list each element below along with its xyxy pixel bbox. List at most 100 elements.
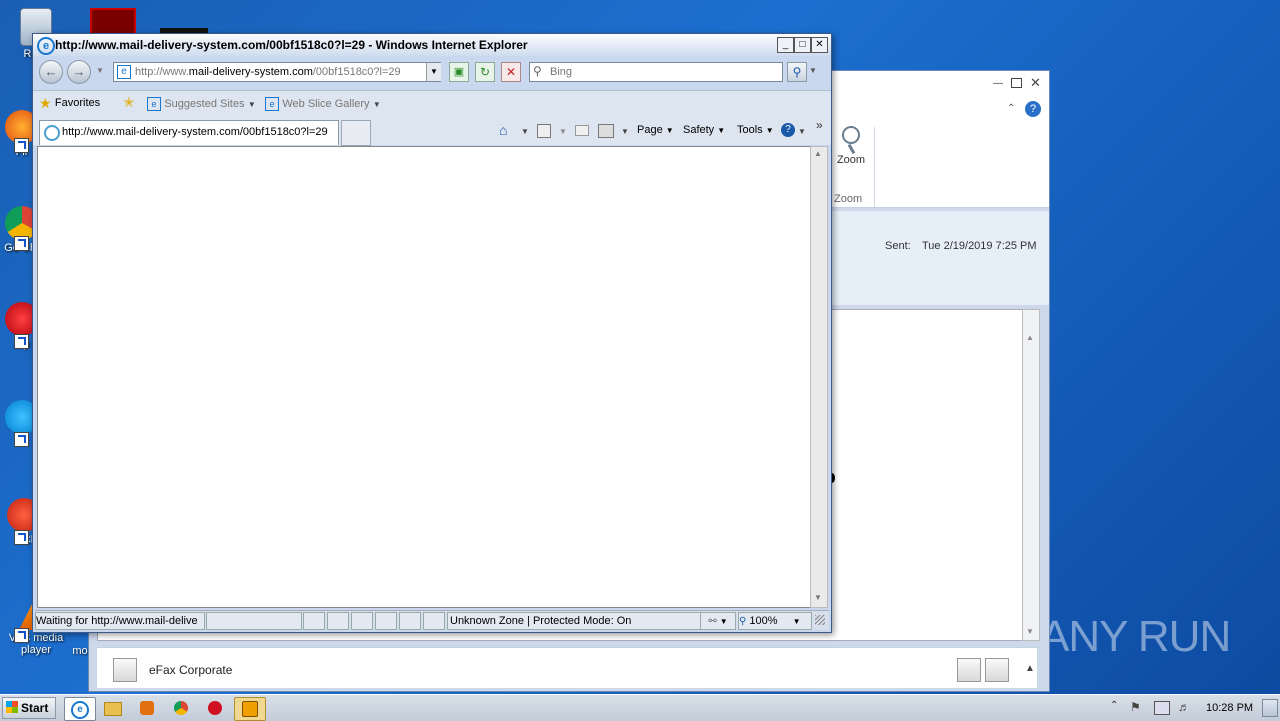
more-commands-icon[interactable]: » [816,118,823,132]
magnifier-icon [842,126,860,144]
shortcut-arrow-icon [14,236,29,251]
forward-button[interactable]: → [67,60,91,84]
scroll-up-arrow-icon[interactable]: ▲ [1026,333,1034,342]
progress-bar [206,612,302,630]
tools-menu[interactable]: Tools ▼ [737,124,774,136]
volume-icon[interactable]: ♬ [1178,700,1190,714]
minimize-button[interactable]: _ [777,37,794,53]
address-bar[interactable]: e http://www.mail-delivery-system.com/00… [113,62,441,82]
search-box[interactable]: ⚲ [529,62,783,82]
search-button[interactable]: ⚲ [787,62,807,82]
outlook-icon [242,701,258,717]
resize-grip-icon[interactable] [815,615,825,625]
feeds-button[interactable] [537,124,551,138]
windows-logo-icon [6,701,18,713]
new-tab-button[interactable] [341,120,371,146]
security-zone[interactable]: Unknown Zone | Protected Mode: On [447,612,701,630]
page-scrollbar[interactable]: ▲ ▼ [810,146,828,608]
safety-menu-label: Safety [683,124,715,136]
status-panel [303,612,325,630]
status-panel [423,612,445,630]
favorites-button[interactable]: ★ Favorites [39,95,100,112]
help-icon[interactable]: ? [1025,101,1041,117]
magnifier-handle [847,143,855,155]
contact-avatar[interactable] [985,658,1009,682]
contact-avatar[interactable] [957,658,981,682]
stop-button[interactable]: ✕ [501,62,521,82]
add-favorites-icon[interactable]: ✭ [123,94,135,111]
favorites-label: Favorites [54,97,101,109]
show-hidden-icons-button[interactable]: ⌃ [1110,700,1118,711]
page-content[interactable] [37,146,811,608]
chevron-down-icon: ▼ [247,100,256,109]
taskbar-ie-button[interactable]: e [64,697,96,721]
close-button[interactable]: ✕ [811,37,828,53]
shortcut-arrow-icon [14,530,29,545]
close-icon[interactable]: ✕ [1030,75,1041,91]
address-prefix: http://www. [135,66,189,78]
recent-pages-dropdown-icon[interactable]: ▼ [96,66,104,75]
action-center-flag-icon[interactable]: ⚑ [1130,700,1141,714]
help-button[interactable]: ? [781,123,795,137]
suggested-sites-link[interactable]: e Suggested Sites ▼ [147,96,256,111]
read-mail-button[interactable] [575,125,589,136]
clock[interactable]: 10:28 PM [1206,702,1253,714]
minimize-icon[interactable]: — [993,78,1003,89]
collapse-ribbon-icon[interactable]: ⌃ [1007,103,1015,114]
search-input[interactable] [548,64,780,80]
chevron-down-icon[interactable]: ▼ [559,127,567,136]
taskbar-media-button[interactable] [132,697,162,719]
sender-name[interactable]: eFax Corporate [149,663,232,677]
page-menu[interactable]: Page ▼ [637,124,674,136]
anyrun-watermark: ANY RUN [1040,612,1240,672]
address-suffix: /00bf1518c0?l=29 [312,66,401,78]
star-icon: ★ [39,95,52,111]
shortcut-arrow-icon [14,138,29,153]
sender-avatar[interactable] [113,658,137,682]
chevron-down-icon[interactable]: ▼ [621,127,629,136]
show-desktop-button[interactable] [1262,699,1278,717]
network-icon[interactable] [1154,701,1170,715]
zoom-level-button[interactable]: ⚲ 100% ▼ [738,612,812,630]
chevron-down-icon[interactable]: ▼ [798,127,806,136]
suggested-sites-label: Suggested Sites [164,98,245,110]
chevron-down-icon[interactable]: ▼ [521,127,529,136]
protected-mode-button[interactable]: ⚯ ▼ [700,612,736,630]
watermark-text: ANY RUN [1040,612,1231,661]
print-button[interactable] [598,124,614,138]
scroll-down-arrow-icon[interactable]: ▼ [814,593,822,602]
zoom-button[interactable]: Zoom [829,126,873,166]
taskbar-opera-button[interactable] [200,697,230,719]
status-bar: Waiting for http://www.mail-delive Unkno… [35,610,829,630]
maximize-button[interactable]: □ [794,37,811,53]
status-panel [375,612,397,630]
web-slice-gallery-link[interactable]: e Web Slice Gallery ▼ [265,96,381,111]
shortcut-arrow-icon [14,628,29,643]
scroll-down-arrow-icon[interactable]: ▼ [1026,627,1034,636]
compatibility-view-button[interactable]: ▣ [449,62,469,82]
search-options-dropdown-icon[interactable]: ▼ [809,66,817,75]
address-dropdown-button[interactable]: ▼ [426,63,441,81]
expand-people-icon[interactable]: ▲ [1025,663,1035,674]
body-scrollbar[interactable] [1022,309,1040,641]
scroll-up-arrow-icon[interactable]: ▲ [814,149,822,158]
folder-icon [104,702,122,716]
refresh-button[interactable]: ↻ [475,62,495,82]
restore-icon[interactable] [1011,78,1022,88]
back-button[interactable]: ← [39,60,63,84]
tab-active[interactable]: http://www.mail-delivery-system.com/00bf… [39,120,339,145]
ie-window-title: http://www.mail-delivery-system.com/00bf… [55,38,528,52]
zoom-level-text: 100% [749,615,778,627]
tools-menu-label: Tools [737,124,763,136]
ie-window[interactable]: e http://www.mail-delivery-system.com/00… [32,33,832,633]
start-button[interactable]: Start [2,697,56,719]
home-button[interactable]: ⌂ [499,122,507,138]
taskbar-chrome-button[interactable] [166,697,196,719]
taskbar-outlook-button[interactable] [234,697,266,721]
safety-menu[interactable]: Safety ▼ [683,124,725,136]
sent-value: Tue 2/19/2019 7:25 PM [922,240,1037,252]
media-player-icon [140,701,154,715]
chrome-icon [174,701,188,715]
taskbar-explorer-button[interactable] [98,697,128,719]
page-icon: e [117,65,131,79]
